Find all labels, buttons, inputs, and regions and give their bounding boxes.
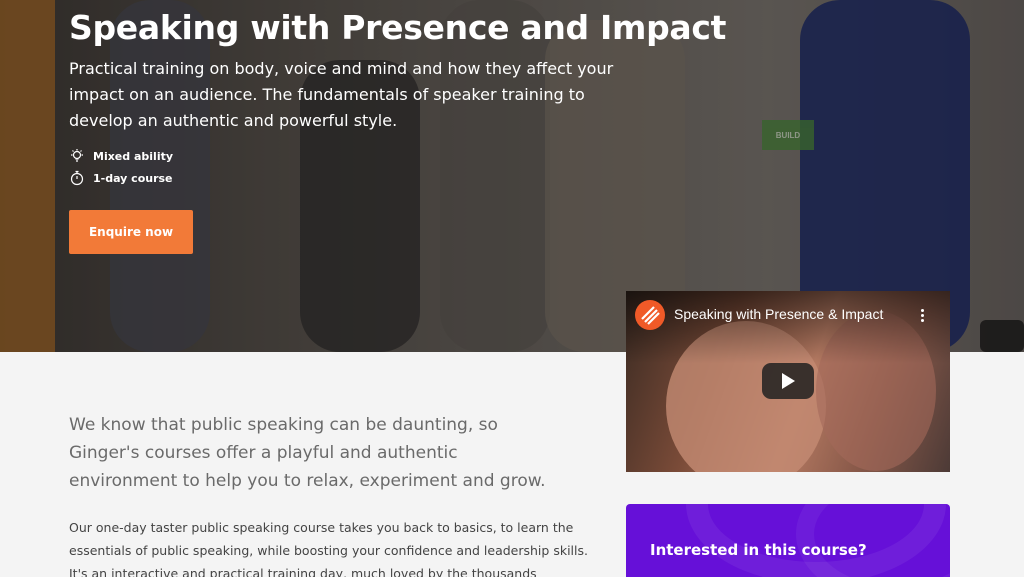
meta-ability: Mixed ability <box>69 148 173 164</box>
meta-ability-label: Mixed ability <box>93 149 174 163</box>
more-options-icon[interactable] <box>916 305 928 325</box>
video-title[interactable]: Speaking with Presence & Impact <box>674 306 883 322</box>
interest-card: Interested in this course? <box>626 504 950 577</box>
channel-logo-icon[interactable] <box>635 300 665 330</box>
play-icon <box>782 373 795 389</box>
bulb-icon <box>71 149 83 162</box>
video-player[interactable]: Speaking with Presence & Impact <box>626 291 950 472</box>
intro-body: Our one-day taster public speaking cours… <box>69 520 588 577</box>
interest-card-title: Interested in this course? <box>650 541 867 559</box>
stopwatch-icon <box>70 170 84 186</box>
hero-subtitle: Practical training on body, voice and mi… <box>69 59 614 130</box>
page-title: Speaking with Presence and Impact <box>69 8 727 47</box>
play-button[interactable] <box>762 363 814 399</box>
meta-duration-label: 1-day course <box>93 171 173 185</box>
intro-lead: We know that public speaking can be daun… <box>69 415 546 491</box>
enquire-button[interactable]: Enquire now <box>69 210 193 254</box>
meta-duration: 1-day course <box>69 170 173 186</box>
